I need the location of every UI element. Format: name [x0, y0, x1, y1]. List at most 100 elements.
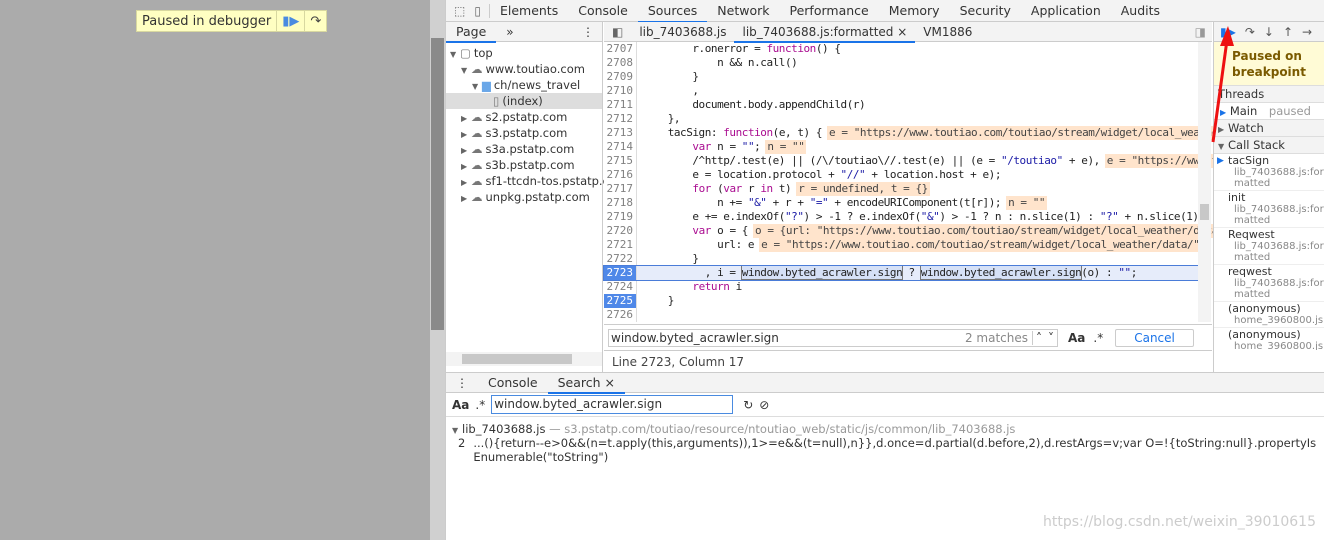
tree-item[interactable]: ▯ (index): [446, 93, 602, 109]
find-cancel-button[interactable]: Cancel: [1115, 328, 1194, 347]
close-icon[interactable]: ×: [893, 25, 907, 39]
search-match-case-toggle[interactable]: Aa: [452, 398, 469, 412]
call-frame[interactable]: ▶ tacSign lib_7403688.js:formatted: [1214, 154, 1324, 191]
code-line[interactable]: 2709 }: [604, 70, 1198, 84]
clear-icon[interactable]: ⊘: [759, 398, 769, 412]
search-result-line[interactable]: 2 ...(){return--e>0&&(n=t.apply(this,argu…: [452, 436, 1319, 464]
tab-performance[interactable]: Performance: [780, 0, 879, 22]
line-number[interactable]: 2719: [604, 210, 637, 224]
code-line[interactable]: 2718 n += "&" + r + "=" + encodeURICompo…: [604, 196, 1198, 210]
tab-network[interactable]: Network: [707, 0, 779, 22]
step-out-icon[interactable]: ↑: [1283, 25, 1293, 39]
code-line[interactable]: 2714 var n = ""; n = "": [604, 140, 1198, 154]
line-number[interactable]: 2721: [604, 238, 637, 252]
line-number[interactable]: 2707: [604, 42, 637, 56]
expand-arrow-icon[interactable]: ▼: [450, 47, 460, 63]
find-next-icon[interactable]: ˅: [1045, 331, 1057, 345]
line-number[interactable]: 2712: [604, 112, 637, 126]
line-number[interactable]: 2726: [604, 308, 637, 322]
inspect-element-icon[interactable]: ⬚: [446, 4, 470, 18]
code-line[interactable]: 2726: [604, 308, 1198, 322]
expand-arrow-icon[interactable]: ▼: [461, 63, 471, 79]
tree-item[interactable]: ▶ ☁ s3.pstatp.com: [446, 125, 602, 141]
tree-item[interactable]: ▶ ☁ s3a.pstatp.com: [446, 141, 602, 157]
call-frame[interactable]: Reqwest lib_7403688.js:formatted: [1214, 228, 1324, 265]
expand-arrow-icon[interactable]: ▶: [461, 191, 471, 207]
line-number[interactable]: 2713: [604, 126, 637, 140]
find-input[interactable]: window.byted_acrawler.sign: [611, 331, 961, 345]
call-frame[interactable]: reqwest lib_7403688.js:formatted: [1214, 265, 1324, 302]
call-frame[interactable]: init lib_7403688.js:formatted: [1214, 191, 1324, 228]
code-line[interactable]: 2712 },: [604, 112, 1198, 126]
search-result-file[interactable]: ▼ lib_7403688.js — s3.pstatp.com/toutiao/…: [452, 422, 1319, 436]
device-toolbar-icon[interactable]: ▯: [470, 3, 490, 18]
line-number[interactable]: 2716: [604, 168, 637, 182]
line-number[interactable]: 2724: [604, 280, 637, 294]
more-tabs-icon[interactable]: »: [496, 25, 523, 39]
line-number[interactable]: 2711: [604, 98, 637, 112]
toggle-navigator-icon[interactable]: ◧: [604, 25, 631, 39]
file-tab[interactable]: lib_7403688.js: [631, 22, 734, 42]
step-over-icon[interactable]: ↷: [305, 11, 326, 31]
code-line[interactable]: 2713 tacSign: function(e, t) {e = "https…: [604, 126, 1270, 140]
tab-security[interactable]: Security: [950, 0, 1021, 22]
search-input[interactable]: window.byted_acrawler.sign: [491, 395, 734, 414]
tree-item[interactable]: ▶ ☁ unpkg.pstatp.com: [446, 189, 602, 205]
more-options-icon[interactable]: ⋮: [582, 25, 602, 39]
line-number[interactable]: 2723: [604, 266, 637, 280]
line-number[interactable]: 2717: [604, 182, 637, 196]
tab-application[interactable]: Application: [1021, 0, 1111, 22]
code-line[interactable]: 2717 for (var r in t) r = undefined, t = …: [604, 182, 1198, 196]
code-line[interactable]: 2710 ,: [604, 84, 1198, 98]
tree-item[interactable]: ▼ ▆ ch/news_travel: [446, 77, 602, 93]
line-number[interactable]: 2714: [604, 140, 637, 154]
drawer-tab-search[interactable]: Search ×: [547, 373, 626, 394]
code-line[interactable]: 2715 /^http/.test(e) || (/\/toutiao\//.t…: [604, 154, 1288, 168]
line-number[interactable]: 2715: [604, 154, 637, 168]
line-number[interactable]: 2718: [604, 196, 637, 210]
call-frame[interactable]: (anonymous) home_3960800.js: [1214, 302, 1324, 328]
tree-item[interactable]: ▶ ☁ s2.pstatp.com: [446, 109, 602, 125]
step-over-icon[interactable]: ↷: [1245, 25, 1255, 39]
code-line[interactable]: 2724 return i: [604, 280, 1198, 294]
step-into-icon[interactable]: ↓: [1264, 25, 1274, 39]
code-line[interactable]: 2722 }: [604, 252, 1198, 266]
tree-item[interactable]: ▶ ☁ sf1-ttcdn-tos.pstatp.com: [446, 173, 627, 189]
expand-arrow-icon[interactable]: ▼: [472, 79, 482, 95]
line-number[interactable]: 2725: [604, 294, 637, 308]
file-tab[interactable]: VM1886: [915, 22, 980, 42]
page-scrollbar[interactable]: [430, 0, 445, 540]
line-number[interactable]: 2710: [604, 84, 637, 98]
line-number[interactable]: 2709: [604, 70, 637, 84]
code-lines[interactable]: 2707 r.onerror = function() {2708 n && n…: [603, 42, 1288, 322]
search-regex-toggle[interactable]: .*: [475, 398, 485, 412]
tab-sources[interactable]: Sources: [637, 0, 708, 23]
drawer-menu-icon[interactable]: ⋮: [446, 376, 478, 390]
drawer-tab-console[interactable]: Console: [478, 373, 548, 393]
line-number[interactable]: 2722: [604, 252, 637, 266]
tab-memory[interactable]: Memory: [879, 0, 950, 22]
tab-page[interactable]: Page: [446, 22, 497, 43]
close-icon[interactable]: ×: [601, 375, 615, 390]
resume-icon[interactable]: ▮▶: [277, 11, 306, 31]
tab-elements[interactable]: Elements: [490, 0, 568, 22]
code-line[interactable]: 2723 , i = window.byted_acrawler.sign ? …: [603, 265, 1199, 281]
tab-console[interactable]: Console: [568, 0, 638, 22]
code-line[interactable]: 2721 url: e e = "https://www.toutiao.com/…: [604, 238, 1202, 252]
code-line[interactable]: 2711 document.body.appendChild(r): [604, 98, 1198, 112]
regex-toggle[interactable]: .*: [1093, 331, 1103, 345]
refresh-icon[interactable]: ↻: [743, 398, 753, 412]
line-number[interactable]: 2720: [604, 224, 637, 238]
find-prev-icon[interactable]: ˄: [1033, 331, 1045, 345]
file-tab[interactable]: lib_7403688.js:formatted ×: [734, 22, 916, 43]
tree-item[interactable]: ▼ ☁ www.toutiao.com: [446, 61, 602, 77]
tree-item[interactable]: ▶ ☁ s3b.pstatp.com: [446, 157, 602, 173]
navigator-hscrollbar[interactable]: [446, 352, 602, 366]
line-number[interactable]: 2708: [604, 56, 637, 70]
code-line[interactable]: 2725 }: [604, 294, 1198, 308]
call-stack-list[interactable]: ▶ tacSign lib_7403688.js:formatted init lib_…: [1214, 154, 1324, 350]
call-frame[interactable]: (anonymous) home_3960800.js: [1214, 328, 1324, 351]
match-case-toggle[interactable]: Aa: [1068, 331, 1085, 345]
code-line[interactable]: 2716 e = location.protocol + "//" + loca…: [604, 168, 1198, 182]
tab-audits[interactable]: Audits: [1111, 0, 1170, 22]
